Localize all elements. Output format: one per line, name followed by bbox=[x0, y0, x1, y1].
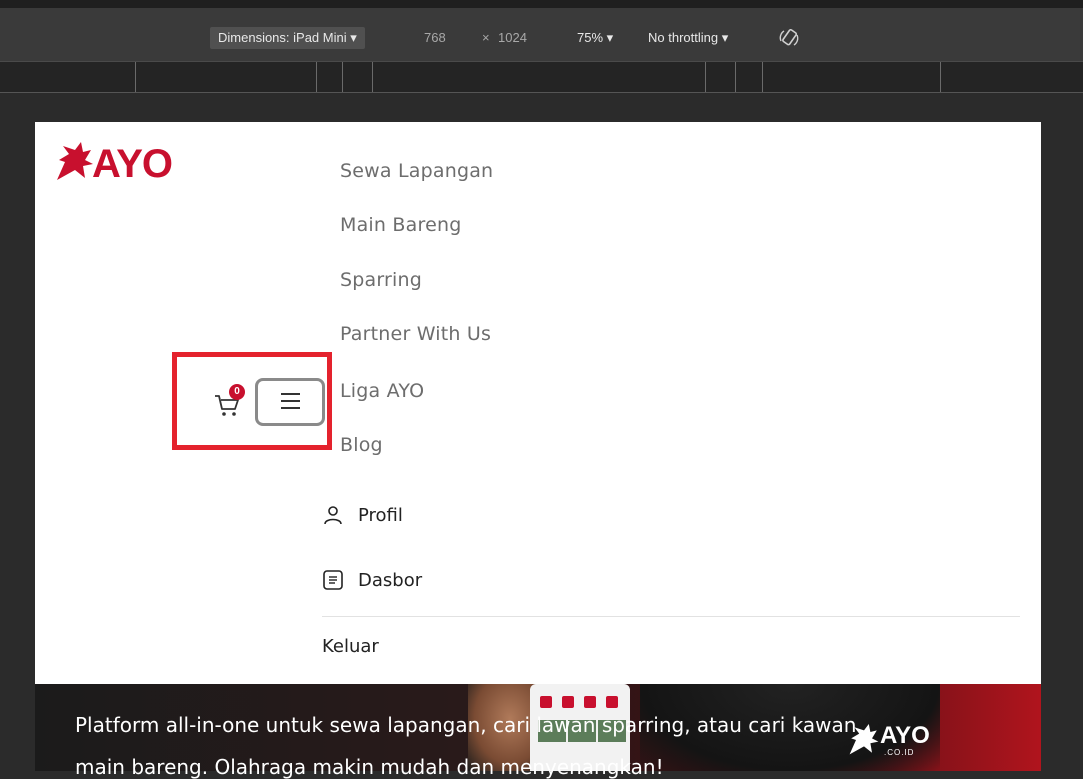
viewport-height-input[interactable]: 1024 bbox=[498, 30, 527, 45]
ruler-tick bbox=[940, 62, 941, 92]
nav-partner-with-us[interactable]: Partner With Us bbox=[340, 323, 491, 345]
media-query-ruler bbox=[0, 62, 1083, 93]
ruler-tick bbox=[735, 62, 736, 92]
logout-link[interactable]: Keluar bbox=[322, 636, 379, 657]
logo-wordmark: AYO bbox=[92, 142, 173, 186]
ruler-tick bbox=[316, 62, 317, 92]
dashboard-icon bbox=[322, 569, 344, 591]
throttling-select[interactable]: No throttling ▾ bbox=[648, 30, 728, 46]
hero-tagline-line1: Platform all-in-one untuk sewa lapangan,… bbox=[75, 713, 857, 737]
ruler-tick bbox=[705, 62, 706, 92]
hero-tagline-line2: main bareng. Olahraga makin mudah dan me… bbox=[75, 755, 664, 779]
device-dimensions-select[interactable]: Dimensions: iPad Mini ▾ bbox=[210, 27, 365, 49]
dimension-separator: × bbox=[482, 30, 490, 45]
ruler-tick bbox=[135, 62, 136, 92]
user-icon bbox=[322, 504, 344, 526]
zoom-select[interactable]: 75% ▾ bbox=[577, 30, 613, 46]
window-top-strip bbox=[0, 0, 1083, 8]
phone-app-icon bbox=[540, 696, 552, 708]
dashboard-label: Dasbor bbox=[358, 570, 423, 591]
phone-app-icon bbox=[562, 696, 574, 708]
nav-liga-ayo[interactable]: Liga AYO bbox=[340, 380, 424, 402]
ruler-tick bbox=[342, 62, 343, 92]
highlight-box bbox=[172, 352, 332, 450]
rotate-icon[interactable] bbox=[778, 27, 800, 49]
hero-logo-domain: .CO.ID bbox=[884, 748, 915, 757]
device-toolbar bbox=[0, 8, 1083, 62]
profile-label: Profil bbox=[358, 505, 403, 526]
ruler-tick bbox=[372, 62, 373, 92]
phone-app-icon bbox=[606, 696, 618, 708]
phone-app-icon bbox=[584, 696, 596, 708]
hero-logo-wordmark: AYO bbox=[880, 722, 930, 749]
nav-sewa-lapangan[interactable]: Sewa Lapangan bbox=[340, 160, 493, 182]
nav-sparring[interactable]: Sparring bbox=[340, 269, 422, 291]
viewport-width-input[interactable]: 768 bbox=[424, 30, 446, 45]
nav-blog[interactable]: Blog bbox=[340, 434, 383, 456]
menu-divider bbox=[322, 616, 1020, 617]
nav-main-bareng[interactable]: Main Bareng bbox=[340, 214, 461, 236]
ruler-tick bbox=[762, 62, 763, 92]
